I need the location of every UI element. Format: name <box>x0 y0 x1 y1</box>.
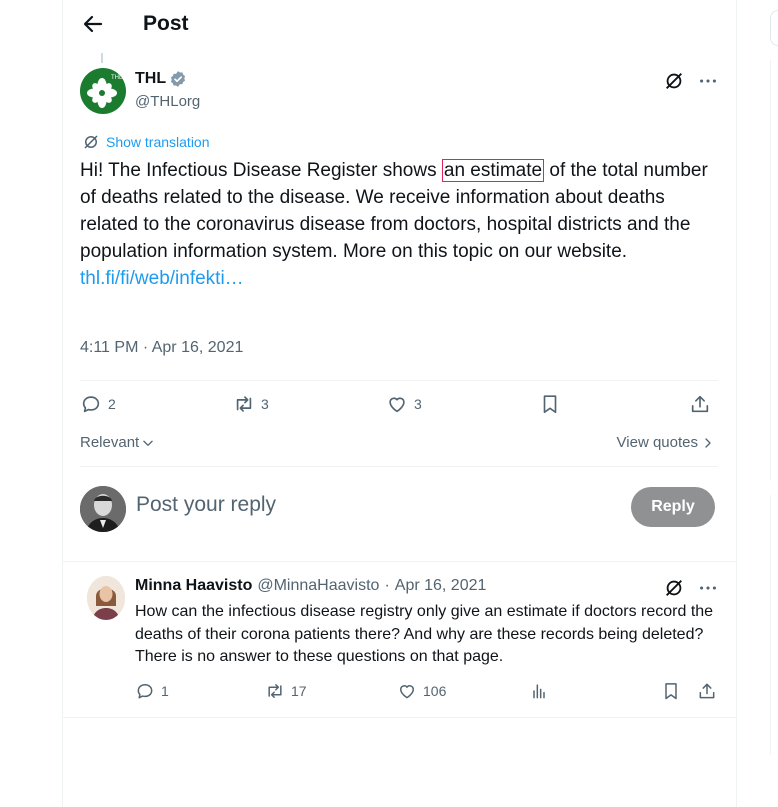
post-actions: 2 3 3 <box>80 393 720 421</box>
translate-icon <box>84 135 98 149</box>
reply-input[interactable]: Post your reply <box>136 493 276 517</box>
sidebar-divider-lower <box>770 495 771 755</box>
like-icon <box>400 685 414 699</box>
more-icon[interactable] <box>697 577 719 599</box>
highlighted-phrase: an estimate <box>441 159 545 182</box>
like-count: 106 <box>423 683 447 699</box>
divider <box>63 561 736 562</box>
reply-author-name[interactable]: Minna Haavisto <box>135 577 252 595</box>
analytics-icon <box>533 684 545 699</box>
reply-count: 2 <box>108 396 116 412</box>
like-icon <box>389 397 405 413</box>
bookmark-icon <box>543 395 557 414</box>
view-quotes-label: View quotes <box>616 434 698 451</box>
svg-text:THL: THL <box>111 75 123 81</box>
grok-icon[interactable] <box>663 577 685 599</box>
chevron-right-icon <box>705 437 711 448</box>
view-quotes-link[interactable]: View quotes <box>617 434 714 451</box>
back-arrow-icon[interactable] <box>81 12 105 36</box>
repost-count: 3 <box>261 396 269 412</box>
page-header: Post <box>63 0 736 53</box>
sort-dropdown[interactable]: Relevant <box>80 434 155 451</box>
show-translation-label: Show translation <box>106 134 210 150</box>
show-translation-link[interactable]: Show translation <box>82 133 210 151</box>
reply-actions: 1 17 106 <box>135 681 723 707</box>
verified-badge-icon <box>171 71 186 87</box>
divider <box>80 466 718 467</box>
thread-line <box>101 53 103 63</box>
reply-button[interactable]: 2 <box>80 393 116 415</box>
reply-author-handle[interactable]: @MinnaHaavisto <box>257 577 379 595</box>
reply-button[interactable]: 1 <box>135 681 169 701</box>
share-icon <box>699 683 715 699</box>
separator-dot: · <box>384 577 390 594</box>
main-column: Post THL THL @THLorg Show translation Hi… <box>62 0 737 807</box>
bookmark-button[interactable] <box>539 393 561 415</box>
author-name-label: THL <box>135 70 167 87</box>
share-icon <box>691 395 709 413</box>
repost-count: 17 <box>291 683 307 699</box>
post-top-actions <box>663 70 719 92</box>
post-text-before: Hi! The Infectious Disease Register show… <box>80 160 442 181</box>
user-avatar-icon <box>80 486 126 532</box>
repost-button[interactable]: 17 <box>265 681 307 701</box>
page-title: Post <box>143 12 189 35</box>
reply-header: Minna Haavisto @MinnaHaavisto · Apr 16, … <box>135 577 486 595</box>
reply-submit-button[interactable]: Reply <box>631 487 715 527</box>
reply-count: 1 <box>161 683 169 699</box>
avatar[interactable] <box>87 576 125 620</box>
bookmark-icon <box>665 683 677 700</box>
share-button[interactable] <box>697 681 717 701</box>
like-button[interactable]: 3 <box>386 393 422 415</box>
reply-text: How can the infectious disease registry … <box>135 603 714 665</box>
post-text: Hi! The Infectious Disease Register show… <box>80 157 725 292</box>
reply-author-avatar-icon <box>87 576 125 620</box>
reply-top-actions <box>663 577 719 599</box>
chevron-down-icon <box>143 440 153 446</box>
sidebar-divider <box>770 60 771 480</box>
avatar[interactable]: THL <box>80 68 126 114</box>
sidebar-search-edge[interactable] <box>770 10 778 46</box>
post-link[interactable]: thl.fi/fi/web/infekti… <box>80 268 244 289</box>
thl-logo-icon: THL <box>87 75 123 108</box>
reply-date[interactable]: Apr 16, 2021 <box>395 577 487 595</box>
post-timestamp[interactable]: 4:11 PM · Apr 16, 2021 <box>80 339 243 357</box>
repost-icon <box>268 684 282 698</box>
analytics-button[interactable] <box>529 681 549 701</box>
author-name[interactable]: THL <box>135 70 187 88</box>
divider <box>80 380 718 381</box>
reply-icon <box>82 396 100 413</box>
more-icon[interactable] <box>697 70 719 92</box>
grok-icon[interactable] <box>663 70 685 92</box>
right-sidebar-edge <box>770 0 778 807</box>
share-button[interactable] <box>689 393 711 415</box>
author-handle[interactable]: @THLorg <box>135 93 200 110</box>
reply-icon <box>137 684 153 699</box>
repost-icon <box>236 396 252 412</box>
bookmark-button[interactable] <box>661 681 681 701</box>
sort-label: Relevant <box>80 434 140 451</box>
divider <box>63 717 736 718</box>
like-count: 3 <box>414 396 422 412</box>
repost-button[interactable]: 3 <box>233 393 269 415</box>
like-button[interactable]: 106 <box>397 681 446 701</box>
avatar[interactable] <box>80 486 126 532</box>
